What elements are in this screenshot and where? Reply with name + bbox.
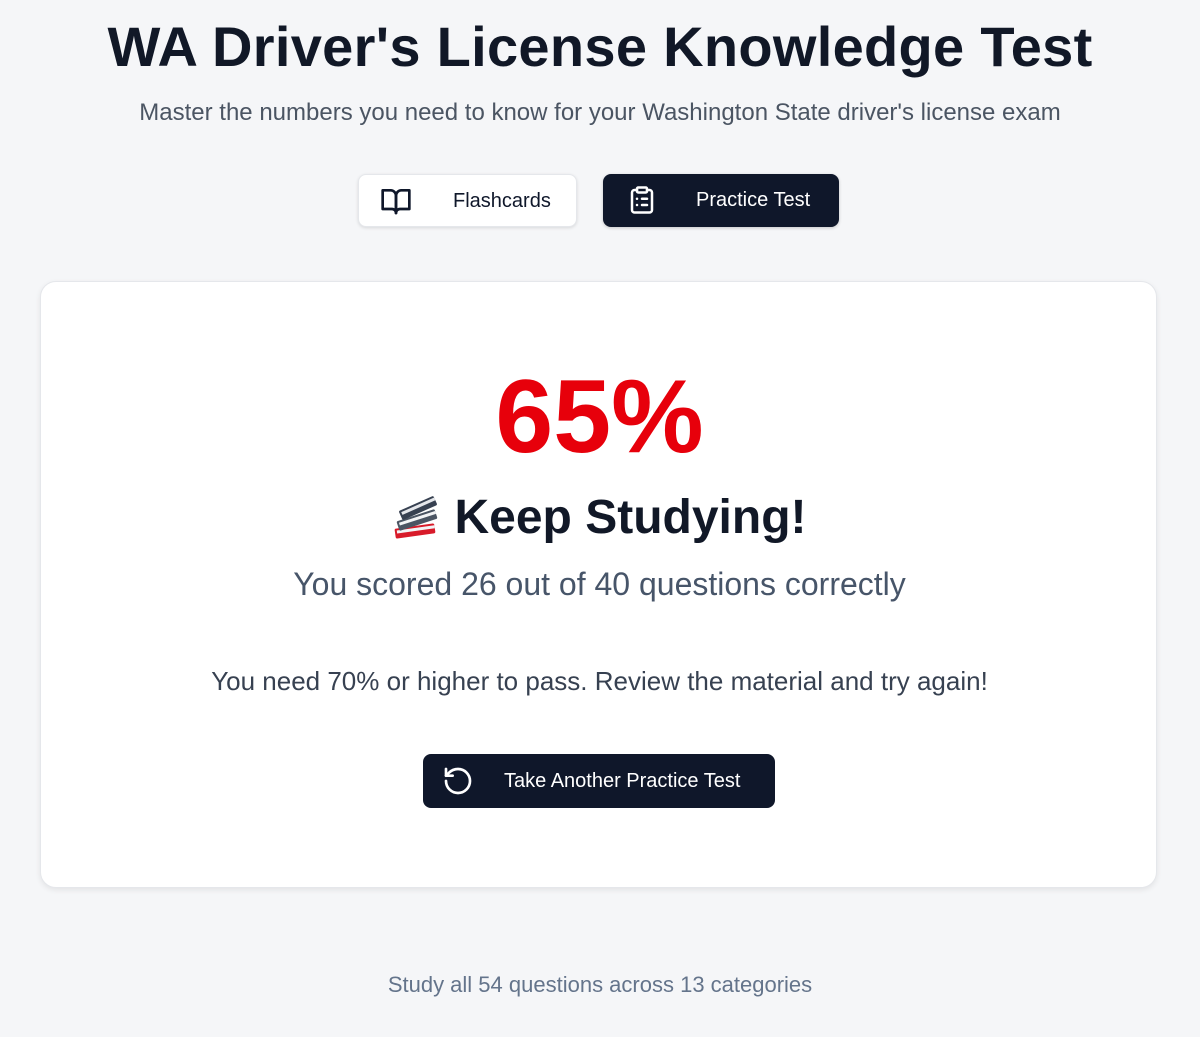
tab-flashcards-label: Flashcards [453,190,551,212]
tab-practice-test-label: Practice Test [696,189,811,211]
tab-flashcards[interactable]: Flashcards [358,174,577,227]
status-heading: Keep Studying! [454,491,807,544]
pass-message: You need 70% or higher to pass. Review t… [211,666,988,696]
rotate-ccw-icon [442,765,474,797]
book-open-icon [379,184,413,218]
footer-note: Study all 54 questions across 13 categor… [387,972,813,997]
take-another-test-label: Take Another Practice Test [504,770,741,792]
take-another-test-button[interactable]: Take Another Practice Test [423,754,775,808]
status-line: Keep Studying! [41,490,1158,545]
page-title: WA Driver's License Knowledge Test [107,15,1093,78]
score-summary: You scored 26 out of 40 questions correc… [293,566,906,602]
score-percent: 65% [495,359,704,475]
books-icon [392,495,440,540]
result-card: 65% Keep Studying! You scored 26 out of … [40,281,1157,888]
tab-practice-test[interactable]: Practice Test [603,174,839,227]
page-subtitle: Master the numbers you need to know for … [139,99,1061,126]
clipboard-list-icon [625,183,659,217]
